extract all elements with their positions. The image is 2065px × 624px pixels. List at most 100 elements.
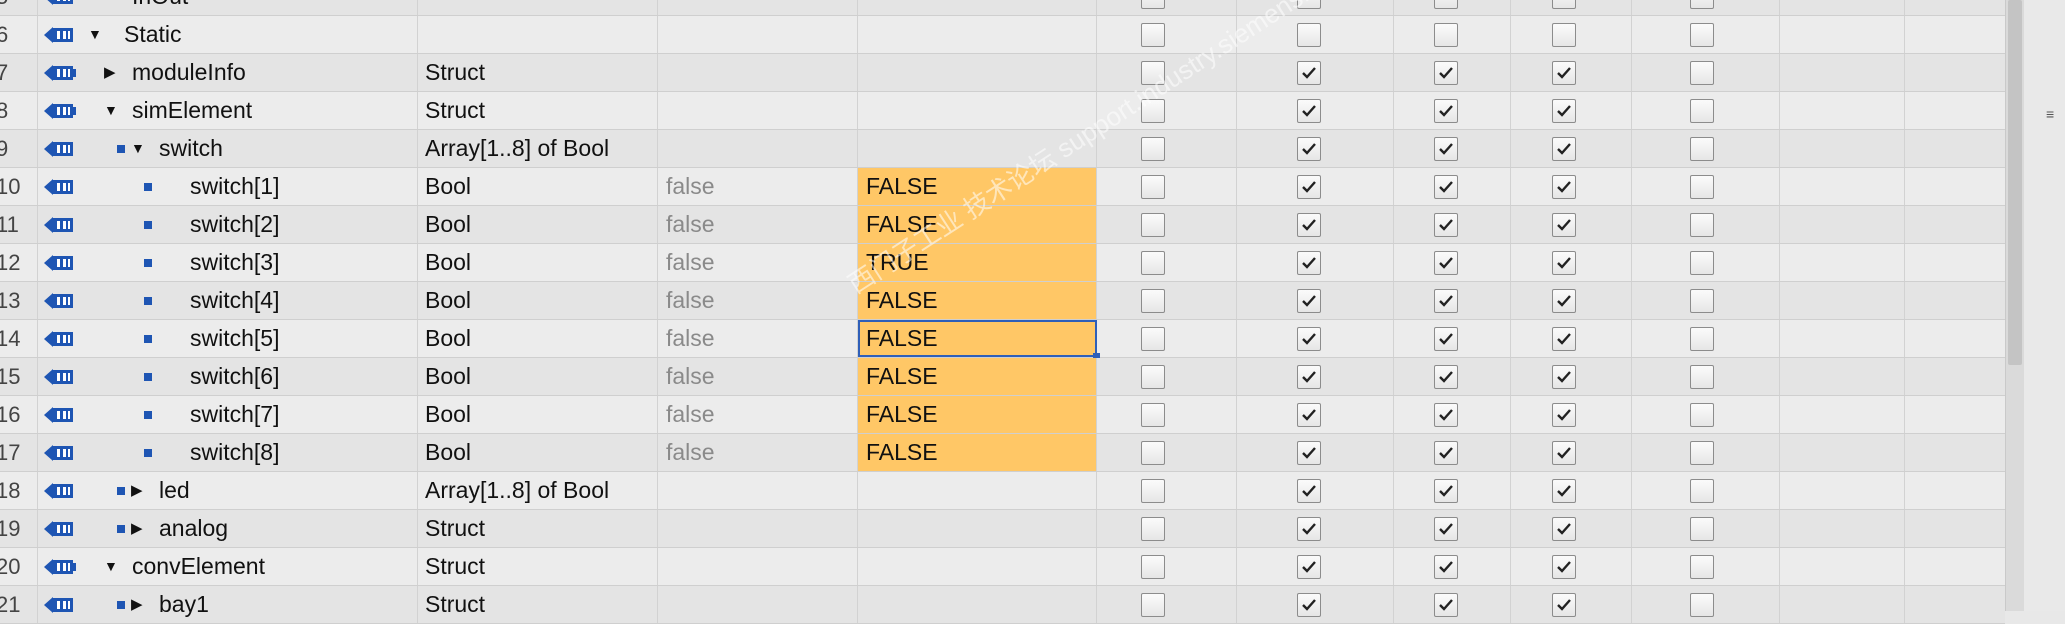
grip-icon[interactable]: ≡ — [2046, 107, 2064, 121]
default-value-cell[interactable]: false — [658, 358, 858, 395]
data-type-cell[interactable]: Struct — [418, 54, 658, 91]
default-value-cell[interactable] — [658, 586, 858, 623]
checkbox-checked[interactable] — [1297, 251, 1321, 275]
expand-arrow-icon[interactable]: ▶ — [131, 472, 143, 509]
checkbox-unchecked[interactable] — [1141, 251, 1165, 275]
monitor-value-cell[interactable]: FALSE — [858, 396, 1097, 433]
data-type-cell[interactable] — [418, 0, 658, 15]
name-cell[interactable]: InOut — [76, 0, 418, 15]
table-row[interactable]: 5 InOut — [0, 0, 2005, 16]
name-cell[interactable]: switch[7] — [76, 396, 418, 433]
checkbox-checked[interactable] — [1552, 593, 1576, 617]
monitor-value-cell[interactable] — [858, 548, 1097, 585]
checkbox-unchecked[interactable] — [1141, 137, 1165, 161]
checkbox-checked[interactable] — [1434, 517, 1458, 541]
checkbox-unchecked[interactable] — [1690, 441, 1714, 465]
checkbox-checked[interactable] — [1434, 99, 1458, 123]
monitor-value-cell[interactable] — [858, 16, 1097, 53]
name-cell[interactable]: switch[5] — [76, 320, 418, 357]
collapse-arrow-icon[interactable]: ▼ — [104, 92, 118, 129]
checkbox-unchecked[interactable] — [1434, 23, 1458, 47]
checkbox-checked[interactable] — [1297, 99, 1321, 123]
table-row[interactable]: 17 switch[8] BoolfalseFALSE — [0, 434, 2005, 472]
table-row[interactable]: 15 switch[6] BoolfalseFALSE — [0, 358, 2005, 396]
checkbox-checked[interactable] — [1552, 175, 1576, 199]
default-value-cell[interactable] — [658, 548, 858, 585]
table-row[interactable]: 16 switch[7] BoolfalseFALSE — [0, 396, 2005, 434]
default-value-cell[interactable] — [658, 54, 858, 91]
checkbox-unchecked[interactable] — [1690, 517, 1714, 541]
table-row[interactable]: 10 switch[1] BoolfalseFALSE — [0, 168, 2005, 206]
default-value-cell[interactable] — [658, 92, 858, 129]
checkbox-checked[interactable] — [1552, 61, 1576, 85]
data-type-cell[interactable]: Bool — [418, 244, 658, 281]
table-row[interactable]: 9 ▼ switch Array[1..8] of Bool — [0, 130, 2005, 168]
checkbox-unchecked[interactable] — [1141, 213, 1165, 237]
vertical-scrollbar[interactable]: ≡ — [2005, 0, 2065, 611]
checkbox-unchecked[interactable] — [1690, 327, 1714, 351]
data-type-cell[interactable]: Bool — [418, 434, 658, 471]
data-type-cell[interactable]: Bool — [418, 282, 658, 319]
collapse-arrow-icon[interactable]: ▼ — [88, 16, 102, 53]
monitor-value-cell[interactable]: FALSE — [858, 168, 1097, 205]
checkbox-checked[interactable] — [1297, 289, 1321, 313]
monitor-value-cell[interactable]: FALSE — [858, 434, 1097, 471]
checkbox-unchecked[interactable] — [1141, 61, 1165, 85]
collapse-arrow-icon[interactable]: ▼ — [104, 548, 118, 585]
name-cell[interactable]: switch[6] — [76, 358, 418, 395]
checkbox-checked[interactable] — [1552, 479, 1576, 503]
checkbox-checked[interactable] — [1552, 365, 1576, 389]
checkbox-checked[interactable] — [1297, 479, 1321, 503]
data-type-cell[interactable]: Bool — [418, 358, 658, 395]
checkbox-unchecked[interactable] — [1434, 0, 1458, 9]
checkbox-unchecked[interactable] — [1690, 403, 1714, 427]
scrollbar-thumb[interactable] — [2008, 0, 2022, 365]
monitor-value-cell[interactable] — [858, 130, 1097, 167]
table-row[interactable]: 20 ▼ convElement Struct — [0, 548, 2005, 586]
checkbox-unchecked[interactable] — [1141, 0, 1165, 9]
table-row[interactable]: 14 switch[5] BoolfalseFALSE — [0, 320, 2005, 360]
name-cell[interactable]: ▶ bay1 — [76, 586, 418, 623]
checkbox-unchecked[interactable] — [1690, 289, 1714, 313]
name-cell[interactable]: ▶ moduleInfo — [76, 54, 418, 91]
checkbox-checked[interactable] — [1297, 403, 1321, 427]
monitor-value-cell[interactable] — [858, 92, 1097, 129]
checkbox-checked[interactable] — [1297, 441, 1321, 465]
checkbox-unchecked[interactable] — [1141, 289, 1165, 313]
checkbox-unchecked[interactable] — [1141, 327, 1165, 351]
checkbox-checked[interactable] — [1297, 555, 1321, 579]
checkbox-unchecked[interactable] — [1552, 0, 1576, 9]
checkbox-unchecked[interactable] — [1690, 593, 1714, 617]
name-cell[interactable]: ▶ led — [76, 472, 418, 509]
checkbox-checked[interactable] — [1552, 403, 1576, 427]
default-value-cell[interactable] — [658, 472, 858, 509]
checkbox-unchecked[interactable] — [1141, 175, 1165, 199]
checkbox-unchecked[interactable] — [1141, 517, 1165, 541]
checkbox-checked[interactable] — [1434, 213, 1458, 237]
checkbox-checked[interactable] — [1434, 327, 1458, 351]
name-cell[interactable]: ▼ Static — [76, 16, 418, 53]
data-type-cell[interactable] — [418, 16, 658, 53]
checkbox-unchecked[interactable] — [1690, 365, 1714, 389]
table-row[interactable]: 19 ▶ analog Struct — [0, 510, 2005, 548]
table-row[interactable]: 21 ▶ bay1 Struct — [0, 586, 2005, 624]
data-type-cell[interactable]: Struct — [418, 510, 658, 547]
checkbox-checked[interactable] — [1434, 175, 1458, 199]
monitor-value-cell[interactable]: FALSE — [858, 206, 1097, 243]
name-cell[interactable]: ▶ analog — [76, 510, 418, 547]
table-row[interactable]: 6 ▼ Static — [0, 16, 2005, 54]
checkbox-unchecked[interactable] — [1141, 365, 1165, 389]
data-type-cell[interactable]: Bool — [418, 168, 658, 205]
checkbox-checked[interactable] — [1552, 99, 1576, 123]
checkbox-unchecked[interactable] — [1552, 23, 1576, 47]
default-value-cell[interactable]: false — [658, 244, 858, 281]
checkbox-unchecked[interactable] — [1297, 23, 1321, 47]
checkbox-checked[interactable] — [1297, 327, 1321, 351]
monitor-value-cell[interactable] — [858, 472, 1097, 509]
monitor-value-cell[interactable] — [858, 586, 1097, 623]
default-value-cell[interactable] — [658, 510, 858, 547]
checkbox-checked[interactable] — [1434, 479, 1458, 503]
checkbox-checked[interactable] — [1552, 517, 1576, 541]
monitor-value-cell[interactable] — [858, 54, 1097, 91]
checkbox-checked[interactable] — [1434, 403, 1458, 427]
